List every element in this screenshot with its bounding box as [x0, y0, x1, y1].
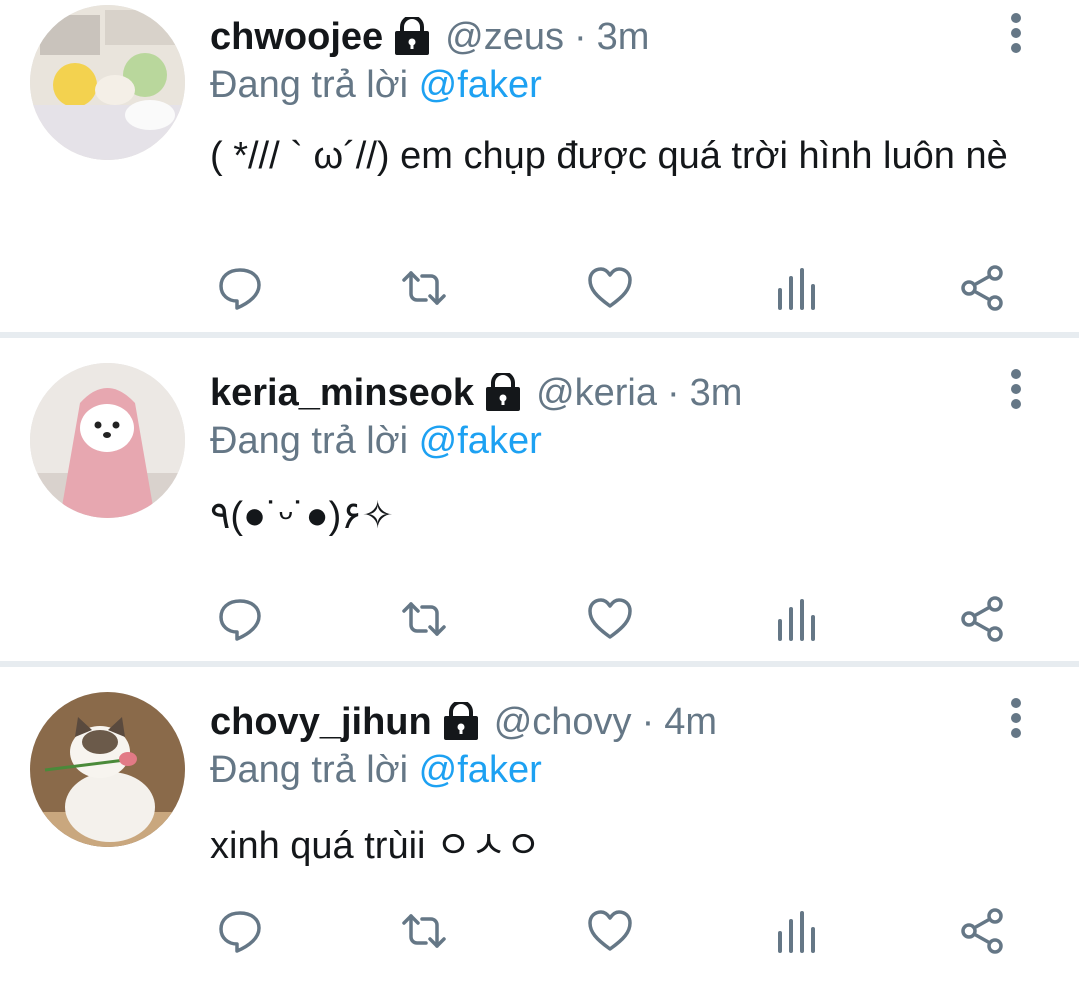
more-vertical-icon[interactable]	[996, 693, 1036, 743]
replying-to: Đang trả lời @faker	[210, 420, 542, 463]
display-name[interactable]: keria_minseok	[210, 372, 474, 415]
heart-icon[interactable]	[582, 591, 638, 647]
replying-label: Đang trả lời	[210, 64, 409, 106]
replying-label: Đang trả lời	[210, 749, 409, 791]
user-handle[interactable]: @zeus	[445, 16, 564, 59]
lock-icon	[442, 702, 480, 742]
action-bar	[210, 903, 1030, 963]
mention-link[interactable]: @faker	[419, 749, 542, 791]
mention-link[interactable]: @faker	[419, 420, 542, 462]
mention-link[interactable]: @faker	[419, 64, 542, 106]
retweet-icon[interactable]	[396, 260, 452, 316]
replying-to: Đang trả lời @faker	[210, 64, 542, 107]
more-vertical-icon[interactable]	[996, 8, 1036, 58]
stats-icon[interactable]	[768, 591, 824, 647]
share-icon[interactable]	[954, 260, 1010, 316]
heart-icon[interactable]	[582, 903, 638, 959]
tweet-header: chwoojee @zeus · 3m	[210, 12, 649, 62]
avatar[interactable]	[30, 363, 185, 518]
user-handle[interactable]: @keria	[536, 372, 657, 415]
tweet-text: ( */// ` ω´//) em chụp được quá trời hìn…	[210, 135, 1008, 177]
avatar[interactable]	[30, 5, 185, 160]
share-icon[interactable]	[954, 591, 1010, 647]
separator-dot: ·	[667, 371, 680, 414]
tweet-item[interactable]: chovy_jihun @chovy · 4m Đang trả lời @fa…	[0, 667, 1079, 982]
stats-icon[interactable]	[768, 903, 824, 959]
tweet-text: ٩(●˙ᵕ˙●)۶✧	[210, 495, 394, 537]
retweet-icon[interactable]	[396, 591, 452, 647]
timestamp[interactable]: 3m	[597, 16, 650, 59]
tweet-text: xinh quá trùii ㅇㅅㅇ	[210, 825, 541, 867]
reply-icon[interactable]	[212, 591, 268, 647]
display-name[interactable]: chovy_jihun	[210, 701, 432, 744]
lock-icon	[393, 17, 431, 57]
more-vertical-icon[interactable]	[996, 364, 1036, 414]
display-name[interactable]: chwoojee	[210, 16, 383, 59]
timestamp[interactable]: 3m	[690, 372, 743, 415]
user-handle[interactable]: @chovy	[494, 701, 632, 744]
separator-dot: ·	[574, 15, 587, 58]
heart-icon[interactable]	[582, 260, 638, 316]
action-bar	[210, 591, 1030, 651]
reply-icon[interactable]	[212, 903, 268, 959]
tweet-item[interactable]: chwoojee @zeus · 3m Đang trả lời @faker …	[0, 0, 1079, 332]
tweet-item[interactable]: keria_minseok @keria · 3m Đang trả lời @…	[0, 338, 1079, 661]
separator-dot: ·	[641, 700, 655, 743]
tweet-header: chovy_jihun @chovy · 4m	[210, 697, 717, 747]
stats-icon[interactable]	[768, 260, 824, 316]
retweet-icon[interactable]	[396, 903, 452, 959]
tweet-header: keria_minseok @keria · 3m	[210, 368, 742, 418]
lock-icon	[484, 373, 522, 413]
share-icon[interactable]	[954, 903, 1010, 959]
reply-icon[interactable]	[212, 260, 268, 316]
replying-to: Đang trả lời @faker	[210, 749, 542, 792]
avatar[interactable]	[30, 692, 185, 847]
replying-label: Đang trả lời	[210, 420, 409, 462]
action-bar	[210, 260, 1030, 320]
timestamp[interactable]: 4m	[664, 701, 717, 744]
